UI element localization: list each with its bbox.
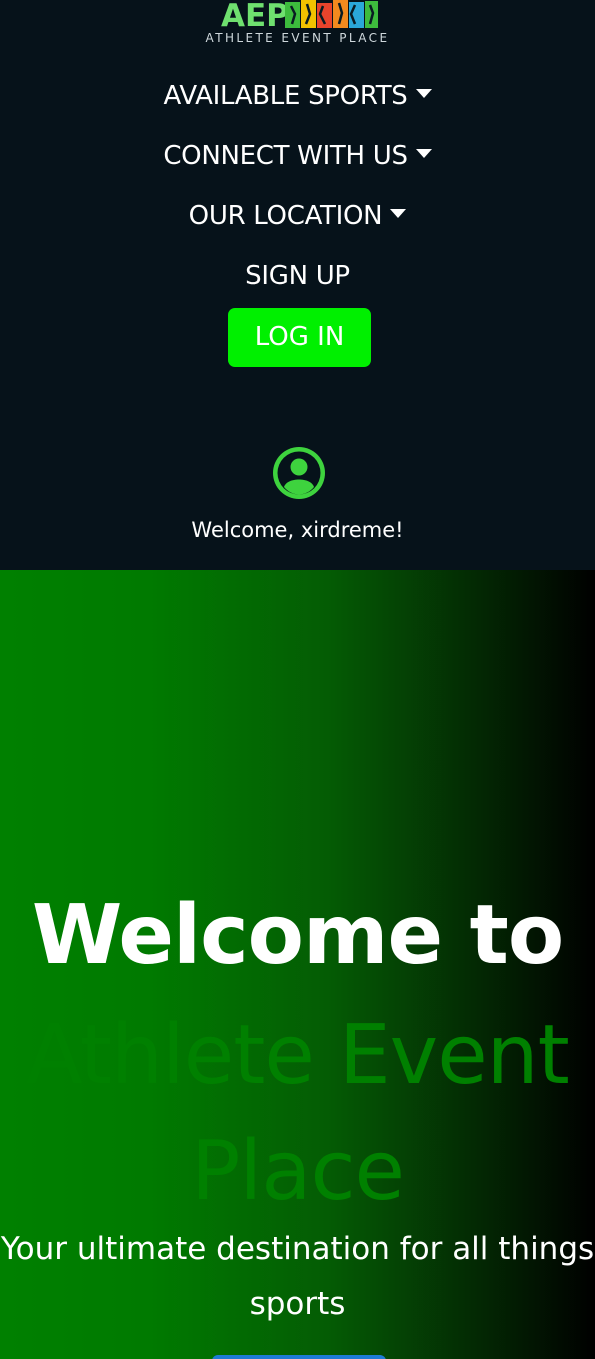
hero-title-line1: Welcome to: [31, 888, 564, 983]
nav-available-sports-label: AVAILABLE SPORTS: [163, 81, 408, 111]
welcome-user-text: Welcome, xirdreme!: [191, 518, 404, 542]
hero-subtitle: Your ultimate destination for all things…: [0, 1231, 595, 1322]
brand-logo-icon: AEP: [221, 0, 378, 30]
nav-sign-up-label: SIGN UP: [245, 261, 350, 291]
navbar: AEP ATHLETE EVENT PLACE AVAILABLE SPORTS…: [0, 0, 595, 570]
caret-down-icon: [415, 149, 432, 158]
hero-section: Welcome to Athlete Event Place Your ulti…: [0, 570, 595, 1359]
nav-sign-up[interactable]: SIGN UP: [0, 261, 595, 291]
nav-connect-with-us[interactable]: CONNECT WITH US: [0, 141, 595, 171]
brand-logo[interactable]: AEP ATHLETE EVENT PLACE: [0, 0, 595, 48]
user-circle-icon[interactable]: [271, 445, 327, 501]
brand-logo-text: AEP: [221, 0, 289, 30]
hero-cta-button[interactable]: [212, 1355, 386, 1359]
hero-title-line2: Athlete Event Place: [26, 1008, 570, 1219]
caret-down-icon: [390, 209, 407, 218]
brand-tagline: ATHLETE EVENT PLACE: [205, 31, 390, 45]
caret-down-icon: [415, 89, 432, 98]
nav-available-sports[interactable]: AVAILABLE SPORTS: [0, 81, 595, 111]
nav-connect-with-us-label: CONNECT WITH US: [163, 141, 408, 171]
nav-our-location-label: OUR LOCATION: [188, 201, 383, 231]
nav-our-location[interactable]: OUR LOCATION: [0, 201, 595, 231]
login-button[interactable]: LOG IN: [228, 308, 371, 367]
